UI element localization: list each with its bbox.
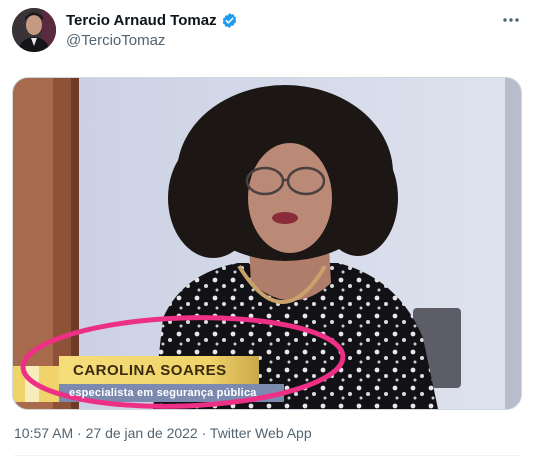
more-horizontal-icon[interactable] <box>499 10 523 30</box>
author-name[interactable]: Tercio Arnaud Tomaz <box>66 11 238 30</box>
meta-separator: · <box>73 425 86 441</box>
lower-third-subtitle: especialista em segurança pública <box>69 387 257 399</box>
author-handle[interactable]: @TercioTomaz <box>66 31 238 51</box>
tweet-meta: 10:57 AM · 27 de jan de 2022 · Twitter W… <box>14 425 312 441</box>
author-name-label: Tercio Arnaud Tomaz <box>66 12 217 29</box>
avatar[interactable] <box>12 8 56 52</box>
lower-third-name: CAROLINA SOARES <box>73 362 227 379</box>
tweet-media-image[interactable]: CAROLINA SOARES especialista em seguranç… <box>12 77 522 410</box>
tweet-date[interactable]: 27 de jan de 2022 <box>86 425 198 441</box>
tweet-source[interactable]: Twitter Web App <box>210 425 312 441</box>
tweet-time[interactable]: 10:57 AM <box>14 425 73 441</box>
meta-separator-2: · <box>197 425 210 441</box>
verified-badge-icon <box>221 12 238 29</box>
tweet-header: Tercio Arnaud Tomaz @TercioTomaz <box>12 8 523 54</box>
divider <box>14 455 521 456</box>
video-frame <box>13 78 521 409</box>
